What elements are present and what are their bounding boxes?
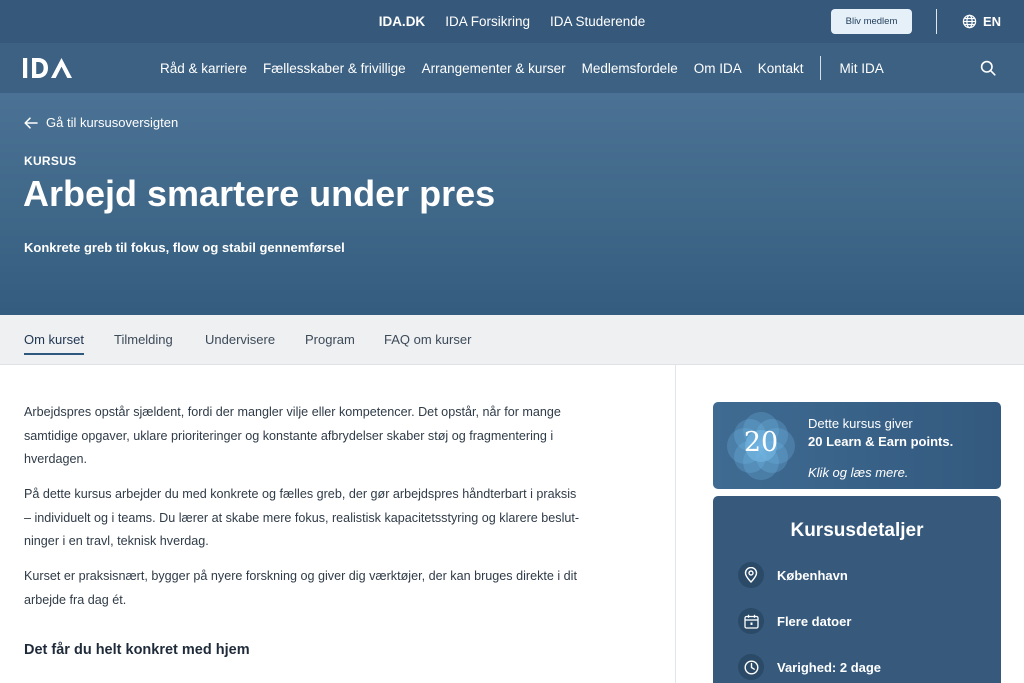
nav-item-medlemsfordele[interactable]: Medlemsfordele: [582, 61, 678, 76]
location-pin-icon: [738, 562, 764, 588]
detail-row-duration: Varighed: 2 dage: [738, 654, 881, 680]
detail-location-text: København: [777, 567, 848, 583]
points-read-more[interactable]: Klik og læs mere.: [808, 465, 908, 480]
course-kicker: KURSUS: [24, 154, 77, 168]
main-navigation: Råd & karriere Fællesskaber & frivillige…: [0, 43, 1024, 93]
course-details-card: Kursusdetaljer København Flere datoer Va…: [713, 496, 1001, 683]
tab-undervisere[interactable]: Undervisere: [205, 332, 275, 347]
detail-dates-text: Flere datoer: [777, 613, 852, 629]
text-line: Kurset er praksisnært, bygger på nyere f…: [24, 569, 577, 583]
ida-logo[interactable]: [23, 57, 77, 79]
learn-earn-points-card[interactable]: 20 Dette kursus giver 20 Learn & Earn po…: [713, 402, 1001, 489]
page-title: Arbejd smartere under pres: [23, 173, 496, 214]
details-title: Kursusdetaljer: [790, 520, 924, 541]
back-to-courses-link[interactable]: Gå til kursusoversigten: [24, 115, 178, 130]
nav-item-arrangementer[interactable]: Arrangementer & kurser: [422, 61, 566, 76]
tab-tilmelding[interactable]: Tilmelding: [114, 332, 173, 347]
language-switcher[interactable]: EN: [962, 13, 1001, 30]
hero-banner: Gå til kursusoversigten KURSUS Arbejd sm…: [0, 93, 1024, 315]
text-line: arbejde fra dag ét.: [24, 592, 127, 607]
page-subtitle: Konkrete greb til fokus, flow og stabil …: [24, 240, 345, 255]
text-line: Arbejdspres opstår sjældent, fordi der m…: [24, 405, 561, 419]
nav-divider: [819, 56, 821, 80]
site-link-ida-studerende[interactable]: IDA Studerende: [550, 14, 645, 29]
join-button[interactable]: Bliv medlem: [831, 9, 912, 34]
site-link-ida-forsikring[interactable]: IDA Forsikring: [445, 14, 530, 29]
tab-program[interactable]: Program: [305, 332, 355, 347]
course-description: Arbejdspres opstår sjældent, fordi der m…: [0, 365, 676, 683]
nav-item-om-ida[interactable]: Om IDA: [694, 61, 742, 76]
tab-faq[interactable]: FAQ om kurser: [384, 332, 471, 347]
section-heading: Det får du helt konkret med hjem: [24, 642, 250, 658]
arrow-left-icon: [24, 116, 38, 129]
nav-item-mit-ida[interactable]: Mit IDA: [840, 61, 884, 76]
nav-item-raad-karriere[interactable]: Råd & karriere: [160, 61, 247, 76]
text-line: samtidige opgaver, uklare prioriteringer…: [24, 428, 554, 443]
site-link-ida-dk[interactable]: IDA.DK: [379, 14, 426, 29]
search-icon[interactable]: [980, 60, 996, 76]
detail-row-location: København: [738, 562, 848, 588]
calendar-icon: [738, 608, 764, 634]
detail-duration-text: Varighed: 2 dage: [777, 659, 882, 675]
topbar-divider: [936, 9, 937, 34]
clock-icon: [738, 654, 764, 680]
top-utility-bar: IDA.DK IDA Forsikring IDA Studerende Bli…: [0, 0, 1024, 43]
language-label: EN: [983, 14, 1002, 29]
text-line: hverdagen.: [24, 452, 88, 466]
points-value: 20: [743, 427, 779, 458]
paragraph-3: Kurset er praksisnært, bygger på nyere f…: [24, 565, 644, 612]
back-link-label: Gå til kursusoversigten: [46, 115, 179, 130]
nav-items: Råd & karriere Fællesskaber & frivillige…: [160, 43, 900, 93]
text-line: På dette kursus arbejder du med konkrete…: [24, 487, 577, 501]
paragraph-1: Arbejdspres opstår sjældent, fordi der m…: [24, 401, 644, 472]
text-line: – individuelt og i teams. Du lærer at sk…: [24, 510, 580, 525]
nav-item-faellesskaber[interactable]: Fællesskaber & frivillige: [263, 61, 406, 76]
tab-om-kurset[interactable]: Om kurset: [24, 332, 84, 355]
points-line-1: Dette kursus giver: [808, 416, 913, 431]
text-line: ninger i en travl, teknisk hverdag.: [24, 534, 209, 548]
detail-row-dates: Flere datoer: [738, 608, 851, 634]
points-line-2: 20 Learn & Earn points.: [808, 434, 954, 449]
paragraph-2: På dette kursus arbejder du med konkrete…: [24, 483, 644, 554]
nav-item-kontakt[interactable]: Kontakt: [758, 61, 804, 76]
globe-icon: [962, 14, 977, 29]
course-tabs: Om kurset Tilmelding Undervisere Program…: [0, 315, 1024, 365]
